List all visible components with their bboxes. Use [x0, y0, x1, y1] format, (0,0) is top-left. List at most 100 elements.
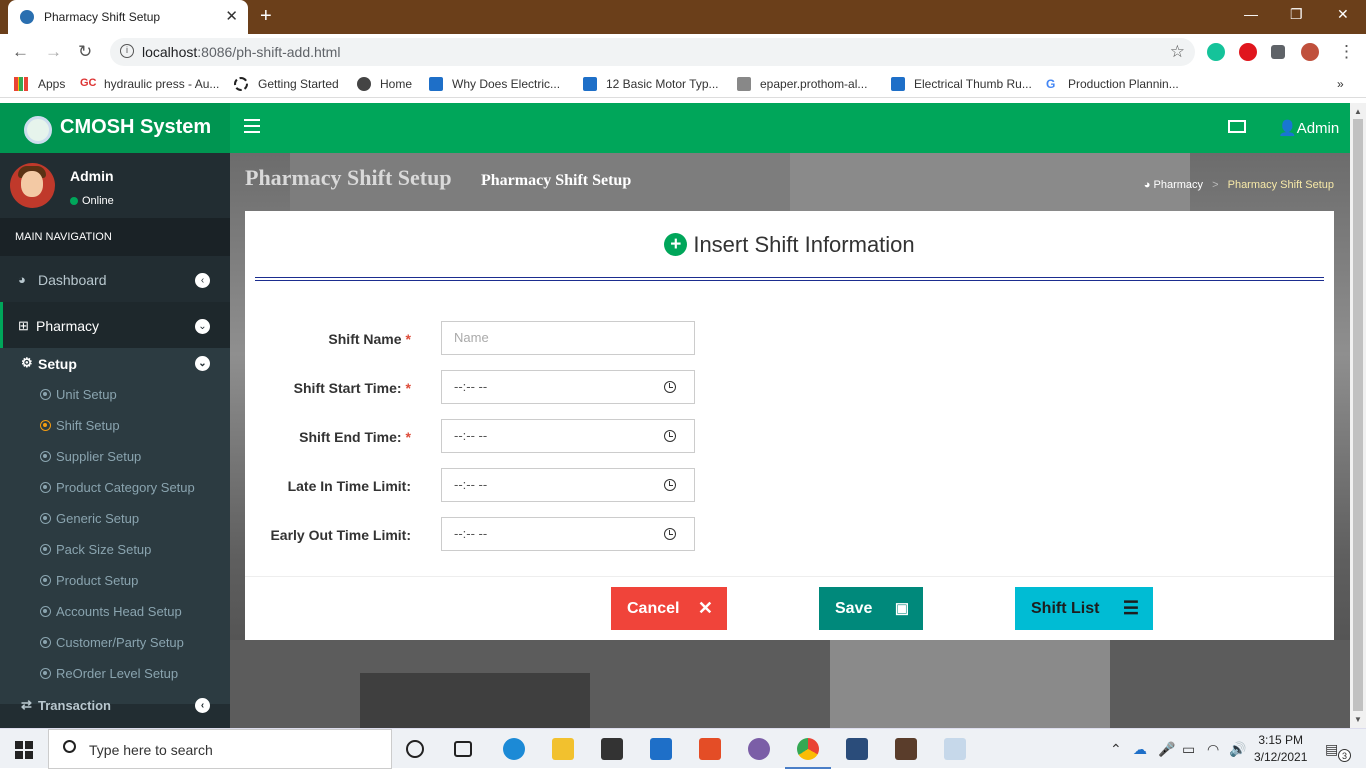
office-icon[interactable]	[699, 738, 721, 760]
bookmark-production[interactable]: Production Plannin...	[1068, 77, 1179, 91]
store-icon[interactable]	[601, 738, 623, 760]
reload-icon[interactable]: ↻	[78, 42, 92, 62]
bookmark-why-electric[interactable]: Why Does Electric...	[452, 77, 560, 91]
scroll-up-icon[interactable]: ▲	[1354, 107, 1362, 116]
scroll-down-icon[interactable]: ▼	[1354, 715, 1362, 724]
list-icon: ☰	[1122, 598, 1139, 618]
notifications-icon[interactable]: ▤	[1325, 741, 1338, 758]
circle-icon	[40, 575, 51, 586]
breadcrumb-current: Pharmacy Shift Setup	[1227, 179, 1334, 191]
app-icon[interactable]	[895, 738, 917, 760]
circle-icon	[40, 451, 51, 462]
system-clock[interactable]: 3:15 PM 3/12/2021	[1254, 732, 1307, 766]
shift-start-time-input[interactable]: --:-- --	[441, 370, 695, 404]
bookmark-epaper[interactable]: epaper.prothom-al...	[760, 77, 867, 91]
floppy-disk-icon: ▣	[894, 600, 909, 617]
sidebar-item-supplier-setup[interactable]: Supplier Setup	[40, 449, 141, 464]
extensions-icon[interactable]	[1271, 45, 1285, 59]
taskbar-search[interactable]: Type here to search	[48, 729, 392, 769]
sidebar-item-unit-setup[interactable]: Unit Setup	[40, 387, 117, 402]
wifi-icon[interactable]: ◠	[1207, 741, 1219, 758]
sidebar-item-transaction[interactable]: ⇄ Transaction ‹	[0, 690, 230, 722]
clock-icon[interactable]	[664, 528, 676, 540]
paint-icon[interactable]	[944, 738, 966, 760]
late-in-time-limit-input[interactable]: --:-- --	[441, 468, 695, 502]
breadcrumb-pharmacy[interactable]: Pharmacy	[1154, 179, 1204, 191]
scrollbar-thumb[interactable]	[1353, 119, 1363, 711]
grammarly-extension-icon[interactable]	[1207, 43, 1225, 61]
sidebar-item-generic-setup[interactable]: Generic Setup	[40, 511, 139, 526]
sidebar-item-reorder-level-setup[interactable]: ReOrder Level Setup	[40, 666, 178, 681]
brand-logo[interactable]: CMOSH System	[0, 103, 230, 153]
form-heading: + Insert Shift Information	[245, 232, 1334, 258]
cortana-icon[interactable]	[406, 740, 424, 758]
shift-list-button[interactable]: Shift List ☰	[1015, 587, 1153, 630]
menu-toggle-icon[interactable]	[244, 119, 260, 133]
circle-icon	[40, 668, 51, 679]
notification-count-badge: 3	[1338, 749, 1351, 762]
browser-tab[interactable]: Pharmacy Shift Setup ✕	[8, 0, 248, 34]
sidebar-item-product-setup[interactable]: Product Setup	[40, 573, 138, 588]
new-tab-icon[interactable]: +	[260, 5, 272, 28]
clock-icon[interactable]	[664, 430, 676, 442]
bookmark-star-icon[interactable]: ☆	[1170, 42, 1185, 62]
circle-icon	[40, 513, 51, 524]
sidebar-item-pharmacy[interactable]: ⊞ Pharmacy ⌄	[0, 302, 230, 348]
bookmark-motor-types[interactable]: 12 Basic Motor Typ...	[606, 77, 719, 91]
clock-icon[interactable]	[664, 381, 676, 393]
bookmark-hydraulic[interactable]: hydraulic press - Au...	[104, 77, 219, 91]
windows-start-icon[interactable]	[15, 741, 33, 759]
back-icon[interactable]: ←	[12, 42, 29, 62]
edge-icon[interactable]	[503, 738, 525, 760]
restore-icon[interactable]: ❐	[1290, 6, 1303, 23]
tab-close-icon[interactable]: ✕	[225, 7, 238, 25]
media-app-icon[interactable]	[748, 738, 770, 760]
tray-chevron-icon[interactable]: ⌃	[1110, 741, 1122, 758]
bookmark-home[interactable]: Home	[380, 77, 412, 91]
sidebar-item-pack-size-setup[interactable]: Pack Size Setup	[40, 542, 151, 557]
early-out-time-limit-input[interactable]: --:-- --	[441, 517, 695, 551]
sidebar-item-setup[interactable]: ⚙ Setup ⌄	[0, 348, 230, 378]
doc-icon	[583, 77, 597, 91]
shift-end-time-input[interactable]: --:-- --	[441, 419, 695, 453]
task-view-icon[interactable]	[454, 741, 472, 757]
chrome-icon[interactable]	[785, 738, 831, 769]
browser-tab-strip: Pharmacy Shift Setup ✕ + — ❐ ✕	[0, 0, 1366, 34]
bookmark-thumb-rule[interactable]: Electrical Thumb Ru...	[914, 77, 1032, 91]
file-explorer-icon[interactable]	[552, 738, 574, 760]
clock-icon[interactable]	[664, 479, 676, 491]
info-icon[interactable]: i	[120, 44, 134, 58]
sidebar-item-accounts-head-setup[interactable]: Accounts Head Setup	[40, 604, 182, 619]
header-user-menu[interactable]: 👤Admin	[1278, 119, 1339, 137]
sidebar-item-customer-party-setup[interactable]: Customer/Party Setup	[40, 635, 184, 650]
page-scrollbar[interactable]: ▲ ▼	[1350, 103, 1366, 728]
early-out-time-limit-label: Early Out Time Limit:	[270, 527, 411, 543]
user-panel: Admin Online	[0, 153, 230, 218]
window-close-icon[interactable]: ✕	[1337, 6, 1349, 23]
sidebar-item-shift-setup[interactable]: Shift Setup	[40, 418, 120, 433]
chrome-menu-icon[interactable]: ⋮	[1338, 42, 1355, 62]
cancel-button[interactable]: Cancel ✕	[611, 587, 727, 630]
mail-icon[interactable]	[650, 738, 672, 760]
shift-name-input[interactable]: Name	[441, 321, 695, 355]
address-bar[interactable]: i localhost:8086/ph-shift-add.html ☆	[110, 38, 1195, 66]
bookmark-apps[interactable]: Apps	[38, 77, 65, 91]
sidebar-item-product-category-setup[interactable]: Product Category Setup	[40, 480, 195, 495]
minimize-icon[interactable]: —	[1244, 6, 1258, 22]
forward-icon[interactable]: →	[45, 42, 62, 62]
app-icon[interactable]	[846, 738, 868, 760]
volume-icon[interactable]: 🔊	[1229, 741, 1246, 758]
save-button[interactable]: Save ▣	[819, 587, 923, 630]
microphone-icon[interactable]: 🎤	[1158, 741, 1175, 758]
bookmark-getting-started[interactable]: Getting Started	[258, 77, 339, 91]
monitor-icon[interactable]	[1228, 120, 1246, 133]
search-icon	[63, 740, 76, 753]
exchange-icon: ⇄	[21, 697, 32, 712]
circle-icon	[40, 389, 51, 400]
adblock-extension-icon[interactable]	[1239, 43, 1257, 61]
battery-icon[interactable]: ▭	[1182, 741, 1195, 758]
profile-avatar-icon[interactable]	[1301, 43, 1319, 61]
sidebar-item-dashboard[interactable]: ◕ Dashboard ‹	[0, 256, 230, 302]
onedrive-icon[interactable]: ☁	[1133, 741, 1147, 758]
more-bookmarks-icon[interactable]: »	[1337, 77, 1344, 91]
